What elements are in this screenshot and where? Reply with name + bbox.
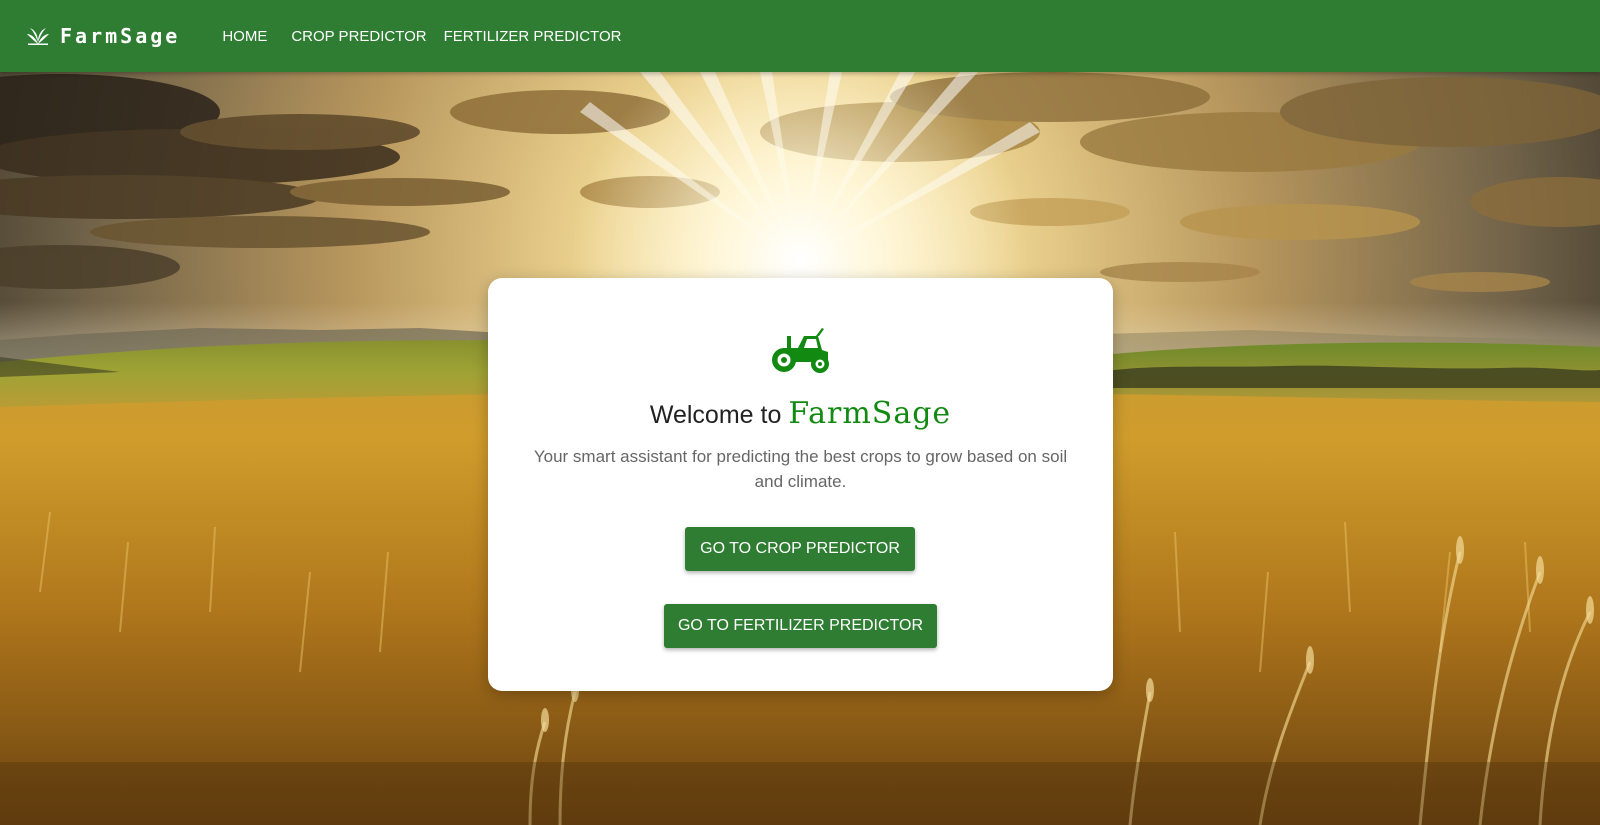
welcome-prefix: Welcome to <box>649 401 782 429</box>
nav-link-fertilizer-predictor[interactable]: FERTILIZER PREDICTOR <box>444 28 622 45</box>
nav-link-home[interactable]: HOME <box>222 28 267 45</box>
nav-links: HOME CROP PREDICTOR FERTILIZER PREDICTOR <box>222 28 638 45</box>
welcome-heading: Welcome to FarmSage <box>488 396 1113 433</box>
brand-logo-link[interactable]: FarmSage <box>26 24 180 48</box>
page: FarmSage HOME CROP PREDICTOR FERTILIZER … <box>0 0 1600 825</box>
tagline: Your smart assistant for predicting the … <box>533 447 1068 491</box>
brand-name: FarmSage <box>60 24 181 48</box>
go-to-crop-predictor-button[interactable]: GO TO CROP PREDICTOR <box>685 527 915 571</box>
go-to-fertilizer-predictor-button[interactable]: GO TO FERTILIZER PREDICTOR <box>664 604 937 648</box>
leaf-sprout-icon <box>27 28 49 45</box>
nav-link-crop-predictor[interactable]: CROP PREDICTOR <box>291 28 426 45</box>
welcome-brand-name: FarmSage <box>788 396 952 431</box>
top-navbar: FarmSage HOME CROP PREDICTOR FERTILIZER … <box>0 0 1600 72</box>
tractor-icon <box>772 328 829 373</box>
welcome-card: Welcome to FarmSage Your smart assistant… <box>488 278 1113 691</box>
